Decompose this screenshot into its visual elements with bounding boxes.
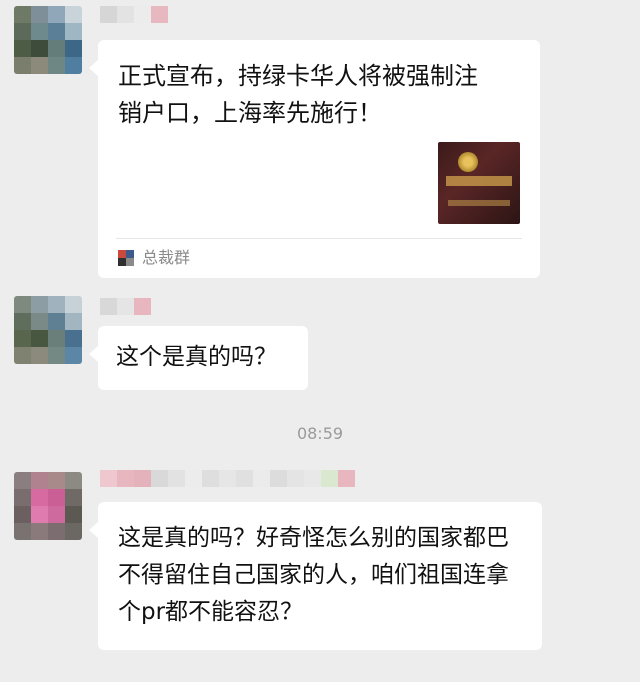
message-text: 这个是真的吗？ [116, 344, 277, 370]
message-bubble[interactable]: 这是真的吗？好奇怪怎么别的国家都巴不得留住自己国家的人，咱们祖国连拿个pr都不能… [89, 502, 542, 650]
shared-article-card[interactable]: 正式宣布，持绿卡华人将被强制注销户口，上海率先施行！ 总裁群 [89, 40, 540, 278]
household-register-photo-icon [438, 142, 520, 224]
card-source-label: 总裁群 [142, 248, 191, 267]
group-icon [118, 250, 134, 266]
card-title: 正式宣布，持绿卡华人将被强制注销户口，上海率先施行！ [118, 62, 478, 127]
message-text: 这是真的吗？好奇怪怎么别的国家都巴不得留住自己国家的人，咱们祖国连拿个pr都不能… [118, 525, 509, 625]
sender-name-blurred [100, 6, 168, 30]
avatar[interactable] [14, 6, 82, 74]
avatar[interactable] [14, 472, 82, 540]
avatar[interactable] [14, 296, 82, 364]
timestamp: 08:59 [296, 424, 344, 443]
message-bubble[interactable]: 这个是真的吗？ [89, 326, 308, 390]
sender-name-blurred [100, 470, 355, 494]
card-divider [116, 238, 522, 239]
card-source: 总裁群 [118, 248, 190, 268]
sender-name-blurred [100, 298, 151, 322]
